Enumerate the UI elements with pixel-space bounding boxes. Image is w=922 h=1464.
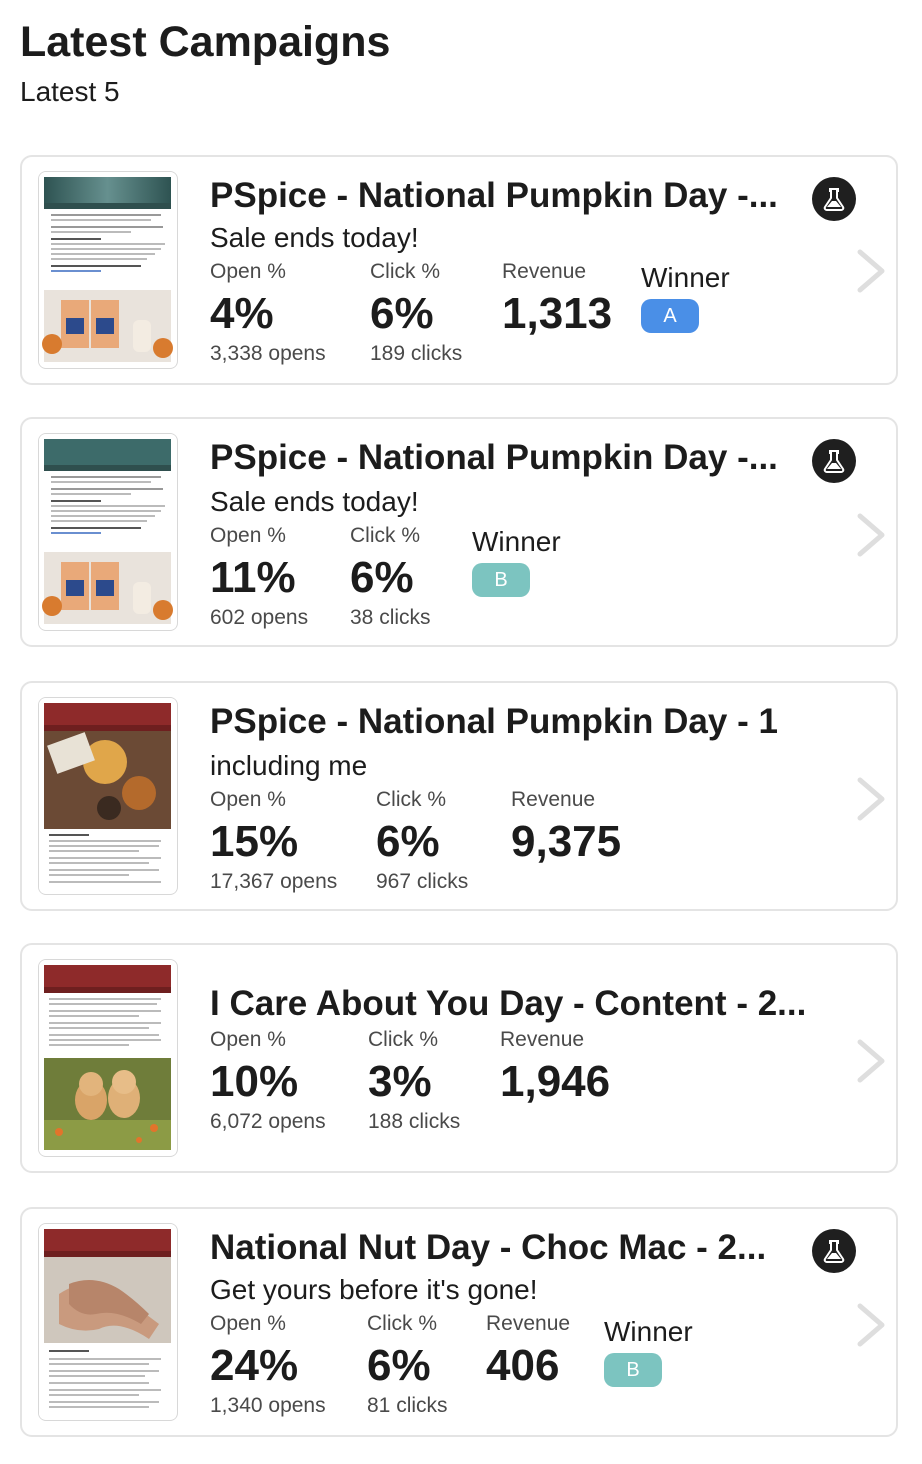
winner-badge: B [604, 1353, 662, 1387]
click-rate-label: Click % [350, 524, 421, 547]
campaign-card[interactable]: PSpice - National Pumpkin Day - 1 includ… [20, 681, 898, 911]
winner-badge: B [472, 563, 530, 597]
revenue-label: Revenue [500, 1028, 585, 1051]
chevron-right-icon[interactable] [854, 248, 890, 294]
click-rate-metric: Click % 6% 81 clicks [367, 1311, 448, 1419]
email-thumbnail [38, 959, 178, 1157]
flask-icon [812, 439, 856, 483]
click-rate-value: 6% [376, 817, 440, 866]
page-subtitle: Latest 5 [20, 76, 120, 107]
campaign-card[interactable]: I Care About You Day - Content - 2... Op… [20, 943, 898, 1173]
click-rate-value: 6% [370, 289, 434, 338]
campaign-title: National Nut Day - Choc Mac - 2... [210, 1228, 767, 1267]
opens-count: 602 opens [210, 606, 309, 629]
chevron-right-icon[interactable] [854, 1302, 890, 1348]
email-thumbnail [38, 697, 178, 895]
email-thumbnail [38, 1223, 178, 1421]
chevron-right-icon[interactable] [854, 776, 890, 822]
open-rate-value: 4% [210, 289, 274, 338]
winner-block: Winner B [604, 1315, 693, 1387]
opens-count: 17,367 opens [210, 870, 338, 893]
open-rate-metric: Open % 15% 17,367 opens [210, 787, 337, 895]
campaign-subject: Sale ends today! [210, 222, 419, 253]
open-rate-label: Open % [210, 788, 286, 811]
campaign-card[interactable]: PSpice - National Pumpkin Day -... Sale … [20, 155, 898, 385]
opens-count: 6,072 opens [210, 1110, 326, 1133]
chevron-right-icon[interactable] [854, 1038, 890, 1084]
open-rate-value: 11% [210, 553, 296, 602]
flask-icon [812, 1229, 856, 1273]
click-rate-label: Click % [370, 260, 441, 283]
open-rate-metric: Open % 4% 3,338 opens [210, 259, 326, 367]
winner-block: Winner A [641, 261, 730, 333]
email-thumbnail [38, 171, 178, 369]
clicks-count: 967 clicks [376, 870, 469, 893]
flask-icon [812, 177, 856, 221]
open-rate-label: Open % [210, 1028, 286, 1051]
revenue-value: 9,375 [511, 817, 622, 866]
email-thumbnail [38, 433, 178, 631]
campaign-title: I Care About You Day - Content - 2... [210, 984, 807, 1023]
revenue-value: 406 [486, 1341, 560, 1390]
clicks-count: 189 clicks [370, 342, 463, 365]
revenue-value: 1,313 [502, 289, 613, 338]
revenue-metric: Revenue 1,313 [502, 259, 612, 339]
open-rate-value: 15% [210, 817, 299, 866]
revenue-metric: Revenue 9,375 [511, 787, 621, 867]
open-rate-metric: Open % 24% 1,340 opens [210, 1311, 326, 1419]
click-rate-metric: Click % 6% 189 clicks [370, 259, 462, 367]
campaign-title: PSpice - National Pumpkin Day -... [210, 176, 778, 215]
click-rate-metric: Click % 6% 38 clicks [350, 523, 431, 631]
campaign-title: PSpice - National Pumpkin Day - 1 [210, 702, 778, 741]
revenue-label: Revenue [502, 260, 587, 283]
campaign-title: PSpice - National Pumpkin Day -... [210, 438, 778, 477]
revenue-metric: Revenue 1,946 [500, 1027, 610, 1107]
click-rate-value: 6% [367, 1341, 431, 1390]
winner-label: Winner [641, 262, 730, 293]
winner-block: Winner B [472, 525, 561, 597]
open-rate-value: 10% [210, 1057, 299, 1106]
open-rate-label: Open % [210, 260, 286, 283]
open-rate-label: Open % [210, 524, 286, 547]
open-rate-metric: Open % 11% 602 opens [210, 523, 308, 631]
clicks-count: 81 clicks [367, 1394, 448, 1417]
winner-label: Winner [604, 1316, 693, 1347]
click-rate-value: 3% [368, 1057, 432, 1106]
click-rate-label: Click % [368, 1028, 439, 1051]
click-rate-label: Click % [367, 1312, 438, 1335]
open-rate-metric: Open % 10% 6,072 opens [210, 1027, 326, 1135]
winner-label: Winner [472, 526, 561, 557]
opens-count: 3,338 opens [210, 342, 326, 365]
page-title: Latest Campaigns [20, 18, 391, 66]
opens-count: 1,340 opens [210, 1394, 326, 1417]
campaign-card[interactable]: National Nut Day - Choc Mac - 2... Get y… [20, 1207, 898, 1437]
click-rate-metric: Click % 6% 967 clicks [376, 787, 468, 895]
open-rate-label: Open % [210, 1312, 286, 1335]
revenue-label: Revenue [486, 1312, 571, 1335]
clicks-count: 188 clicks [368, 1110, 461, 1133]
click-rate-value: 6% [350, 553, 414, 602]
winner-badge: A [641, 299, 699, 333]
campaign-card[interactable]: PSpice - National Pumpkin Day -... Sale … [20, 417, 898, 647]
campaign-subject: Get yours before it's gone! [210, 1274, 538, 1305]
revenue-value: 1,946 [500, 1057, 611, 1106]
clicks-count: 38 clicks [350, 606, 431, 629]
revenue-metric: Revenue 406 [486, 1311, 570, 1391]
click-rate-label: Click % [376, 788, 447, 811]
revenue-label: Revenue [511, 788, 596, 811]
campaign-subject: including me [210, 750, 368, 781]
campaign-subject: Sale ends today! [210, 486, 419, 517]
chevron-right-icon[interactable] [854, 512, 890, 558]
open-rate-value: 24% [210, 1341, 299, 1390]
click-rate-metric: Click % 3% 188 clicks [368, 1027, 460, 1135]
